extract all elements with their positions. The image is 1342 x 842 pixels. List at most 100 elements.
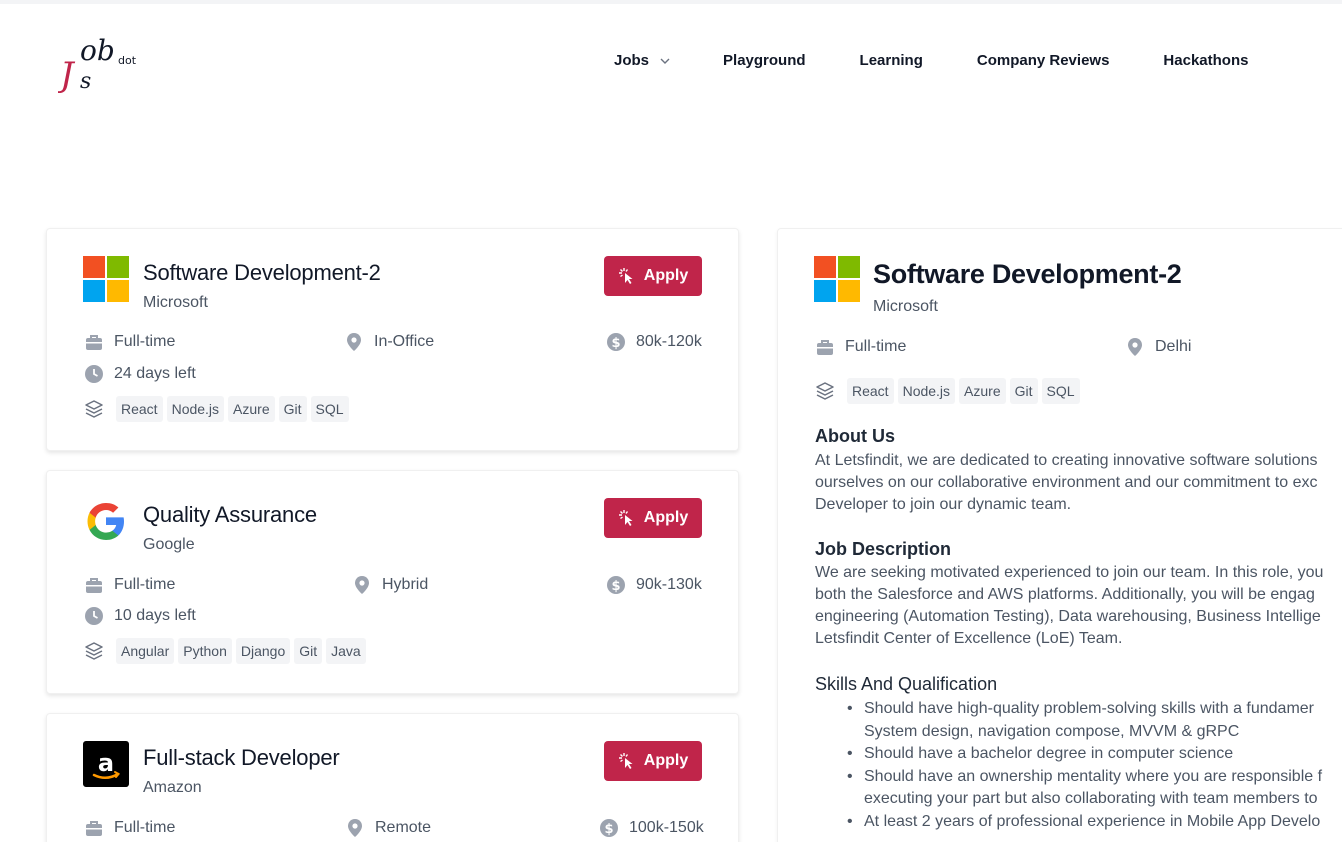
amazon-logo: a <box>83 741 129 787</box>
skill-tag: Git <box>278 396 307 422</box>
apply-button[interactable]: Apply <box>604 256 702 296</box>
skill-tag: SQL <box>310 396 349 422</box>
job-type: Full-time <box>84 332 175 352</box>
cursor-click-icon <box>618 510 633 526</box>
clock-icon <box>85 365 103 383</box>
detail-location: Delhi <box>1125 337 1191 357</box>
dollar-icon: $ <box>607 333 625 351</box>
nav-jobs[interactable]: Jobs <box>614 52 671 69</box>
nav-company-reviews[interactable]: Company Reviews <box>977 52 1110 69</box>
apply-button[interactable]: Apply <box>604 741 702 781</box>
job-description-heading: Job Description <box>815 539 952 559</box>
nav-learning[interactable]: Learning <box>860 52 923 69</box>
svg-text:$: $ <box>604 822 613 837</box>
skill-tag: Git <box>1009 378 1038 404</box>
about-us-heading: About Us <box>815 426 895 446</box>
list-item: At least 2 years of professional experie… <box>815 811 1342 834</box>
job-detail-panel: Software Development-2 Microsoft Full-ti… <box>777 228 1342 842</box>
skill-tag: Python <box>178 638 232 664</box>
skill-tag: Angular <box>116 638 175 664</box>
job-deadline: 24 days left <box>84 364 196 384</box>
clock-icon <box>85 607 103 625</box>
nav-jobs-label: Jobs <box>614 52 650 69</box>
job-card-full-stack-developer[interactable]: a Full-stack Developer Amazon Apply Full… <box>46 713 739 842</box>
company-name: Amazon <box>143 779 202 796</box>
apply-button[interactable]: Apply <box>604 498 702 538</box>
qualifications-list: Should have high-quality problem-solving… <box>815 698 1342 834</box>
svg-text:ob: ob <box>80 34 115 67</box>
map-pin-icon <box>348 819 362 837</box>
skill-tag: Django <box>235 638 291 664</box>
top-border <box>0 0 1342 4</box>
skill-tag: Git <box>294 638 323 664</box>
detail-job-type: Full-time <box>815 337 906 357</box>
svg-text:$: $ <box>611 336 620 351</box>
skill-tag: Node.js <box>166 396 225 422</box>
detail-skill-tags: React Node.js Azure Git SQL <box>815 378 1084 404</box>
main-nav: Jobs Playground Learning Company Reviews… <box>614 52 1248 69</box>
skill-tag: Java <box>326 638 366 664</box>
map-pin-icon <box>355 576 369 594</box>
nav-playground[interactable]: Playground <box>723 52 806 69</box>
skill-tags: React Node.js Azure Git SQL <box>84 396 353 422</box>
layers-icon <box>85 400 103 418</box>
nav-hackathons[interactable]: Hackathons <box>1163 52 1248 69</box>
jobsdot-logo[interactable]: J ob s dot <box>58 28 142 96</box>
layers-icon <box>85 642 103 660</box>
list-item-continuation: System design, navigation compose, MVVM … <box>864 722 1240 740</box>
detail-company: Microsoft <box>873 298 938 315</box>
job-card-software-development-2[interactable]: Software Development-2 Microsoft Apply F… <box>46 228 739 451</box>
job-title[interactable]: Quality Assurance <box>143 502 317 528</box>
svg-text:J: J <box>58 55 76 95</box>
cursor-click-icon <box>618 268 633 284</box>
apply-label: Apply <box>643 752 689 769</box>
chevron-down-icon <box>660 58 670 64</box>
microsoft-logo <box>83 256 129 302</box>
skill-tag: SQL <box>1041 378 1080 404</box>
job-card-quality-assurance[interactable]: Quality Assurance Google Apply Full-time… <box>46 470 739 694</box>
briefcase-icon <box>86 335 102 350</box>
apply-label: Apply <box>643 509 689 526</box>
company-name: Microsoft <box>143 294 208 311</box>
job-salary: $ 90k-130k <box>606 575 702 595</box>
job-type: Full-time <box>84 818 175 838</box>
skill-tag: Azure <box>959 378 1006 404</box>
job-type: Full-time <box>84 575 175 595</box>
job-title[interactable]: Software Development-2 <box>143 260 381 286</box>
skill-tag: React <box>847 378 894 404</box>
svg-text:a: a <box>98 749 114 777</box>
job-description-text: We are seeking motivated experienced to … <box>815 564 1324 647</box>
job-deadline: 10 days left <box>84 606 196 626</box>
cursor-click-icon <box>618 753 633 769</box>
dollar-icon: $ <box>600 819 618 837</box>
list-item: Should have a bachelor degree in compute… <box>815 743 1342 766</box>
microsoft-logo <box>814 256 860 302</box>
layers-icon <box>816 382 834 400</box>
about-us-text: At Letsfindit, we are dedicated to creat… <box>815 452 1318 513</box>
skill-tag: React <box>116 396 163 422</box>
company-name: Google <box>143 536 195 553</box>
skill-tags: Angular Python Django Git Java <box>84 638 370 664</box>
skills-qualification-heading: Skills And Qualification <box>815 674 998 694</box>
svg-text:dot: dot <box>118 54 137 67</box>
briefcase-icon <box>86 578 102 593</box>
svg-text:$: $ <box>611 579 620 594</box>
detail-title: Software Development-2 <box>873 259 1182 289</box>
job-location: In-Office <box>344 332 434 352</box>
google-logo <box>87 503 124 540</box>
job-location: Hybrid <box>352 575 428 595</box>
job-title[interactable]: Full-stack Developer <box>143 745 340 771</box>
dollar-icon: $ <box>607 576 625 594</box>
list-item: Should have an ownership mentality where… <box>815 766 1342 789</box>
list-item-continuation: executing your part but also collaborati… <box>864 790 1318 808</box>
skill-tag: Azure <box>228 396 275 422</box>
apply-label: Apply <box>643 267 689 284</box>
job-location: Remote <box>345 818 431 838</box>
briefcase-icon <box>86 821 102 836</box>
svg-text:s: s <box>80 69 91 94</box>
skill-tag: Node.js <box>897 378 956 404</box>
map-pin-icon <box>1128 338 1142 356</box>
briefcase-icon <box>817 340 833 355</box>
job-salary: $ 80k-120k <box>606 332 702 352</box>
job-salary: $ 100k-150k <box>599 818 704 838</box>
